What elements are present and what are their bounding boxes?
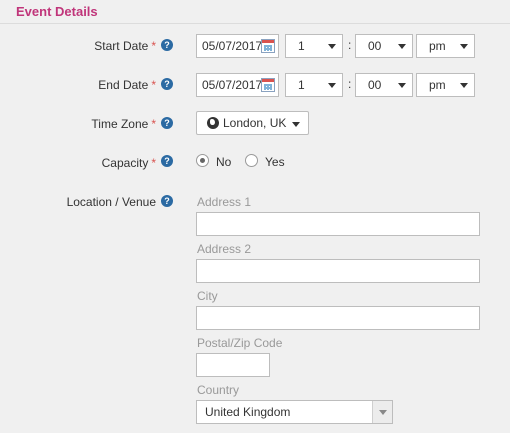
start-ampm-value: pm	[429, 39, 446, 53]
end-hour-select[interactable]: 1	[285, 73, 343, 97]
end-ampm-value: pm	[429, 78, 446, 92]
address2-label: Address 2	[197, 242, 252, 256]
required-marker: *	[151, 117, 156, 131]
postal-code-label: Postal/Zip Code	[197, 336, 283, 350]
city-label: City	[197, 289, 218, 303]
chevron-down-icon[interactable]	[372, 401, 392, 423]
help-icon[interactable]: ?	[161, 39, 173, 51]
start-date-input[interactable]: 05/07/2017	[196, 34, 279, 58]
help-icon[interactable]: ?	[161, 78, 173, 90]
capacity-yes-radio[interactable]	[245, 154, 258, 167]
end-ampm-select[interactable]: pm	[416, 73, 475, 97]
start-date-value: 05/07/2017	[202, 39, 263, 53]
end-date-value: 05/07/2017	[202, 78, 263, 92]
caret-down-icon	[292, 122, 300, 127]
capacity-no-label[interactable]: No	[216, 155, 231, 169]
start-ampm-select[interactable]: pm	[416, 34, 475, 58]
address1-label: Address 1	[197, 195, 252, 209]
capacity-no-radio[interactable]	[196, 154, 209, 167]
time-zone-value: London, UK	[223, 116, 287, 130]
chevron-down-icon	[460, 83, 468, 88]
calendar-icon[interactable]	[261, 78, 275, 92]
chevron-down-icon	[398, 83, 406, 88]
end-date-input[interactable]: 05/07/2017	[196, 73, 279, 97]
help-icon[interactable]: ?	[161, 195, 173, 207]
start-hour-select[interactable]: 1	[285, 34, 343, 58]
time-zone-button[interactable]: London, UK	[196, 111, 309, 135]
country-select[interactable]: United Kingdom	[196, 400, 393, 424]
required-marker: *	[151, 78, 156, 92]
address1-input[interactable]	[196, 212, 480, 236]
chevron-down-icon	[328, 83, 336, 88]
required-marker: *	[151, 39, 156, 53]
start-hour-value: 1	[298, 39, 305, 53]
end-minute-value: 00	[368, 78, 382, 92]
chevron-down-icon	[398, 44, 406, 49]
start-date-label: Start Date *	[94, 39, 156, 53]
end-date-label: End Date *	[98, 78, 156, 92]
address2-input[interactable]	[196, 259, 480, 283]
section-header: Event Details	[0, 0, 510, 24]
city-input[interactable]	[196, 306, 480, 330]
section-title: Event Details	[16, 4, 98, 19]
capacity-label: Capacity *	[101, 156, 156, 170]
end-hour-value: 1	[298, 78, 305, 92]
time-zone-label: Time Zone *	[91, 117, 156, 131]
time-separator: :	[348, 38, 352, 52]
country-label: Country	[197, 383, 240, 397]
start-minute-select[interactable]: 00	[355, 34, 413, 58]
location-label: Location / Venue	[66, 195, 156, 209]
help-icon[interactable]: ?	[161, 117, 173, 129]
country-value: United Kingdom	[205, 405, 291, 419]
postal-code-input[interactable]	[196, 353, 270, 377]
calendar-icon[interactable]	[261, 39, 275, 53]
required-marker: *	[151, 156, 156, 170]
help-icon[interactable]: ?	[161, 155, 173, 167]
time-separator: :	[348, 77, 352, 91]
end-minute-select[interactable]: 00	[355, 73, 413, 97]
capacity-yes-label[interactable]: Yes	[265, 155, 285, 169]
globe-icon	[207, 117, 219, 129]
chevron-down-icon	[460, 44, 468, 49]
start-minute-value: 00	[368, 39, 382, 53]
chevron-down-icon	[328, 44, 336, 49]
